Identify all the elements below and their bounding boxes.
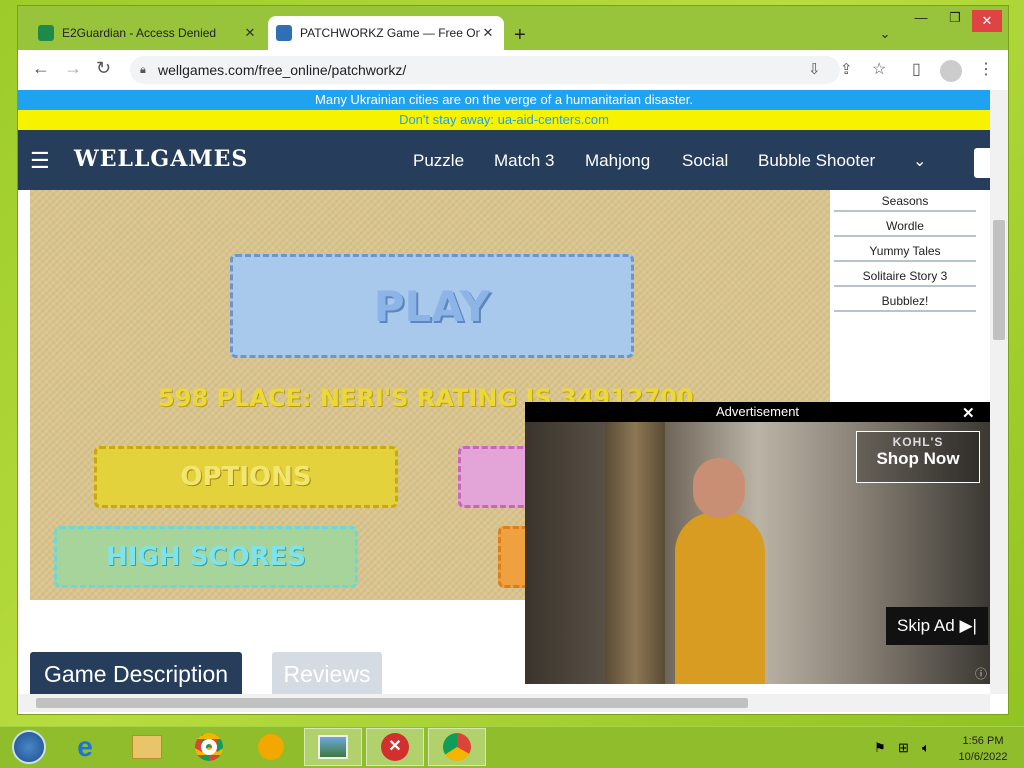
tab-patchworkz[interactable]: PATCHWORKZ Game — Free Online ✕ [268,16,504,50]
clock-time: 1:56 PM [962,735,1004,747]
nav-link-puzzle[interactable]: Puzzle [413,151,464,171]
side-panel-icon[interactable]: ▯ [912,59,921,79]
sidebar-item[interactable]: Bubblez! [834,290,976,312]
close-ad-icon[interactable]: ✕ [962,404,975,422]
install-icon[interactable]: ⇩ [808,60,821,78]
taskbar-explorer[interactable] [118,728,176,766]
url-text[interactable]: wellgames.com/free_online/patchworkz/ [158,62,406,78]
back-icon[interactable]: ← [32,58,50,79]
skip-ad-button[interactable]: Skip Ad ▶︎| [886,607,988,645]
hamburger-menu-icon[interactable]: ☰ [30,148,50,174]
person-figure [675,512,765,684]
ad-info-icon[interactable]: ⓘ [975,665,987,682]
wellgames-favicon-icon [276,25,292,41]
sidebar-item[interactable]: Seasons [834,190,976,212]
taskbar-chrome[interactable] [180,728,238,766]
e2guardian-favicon-icon [38,25,54,41]
kohls-logo: KOHL'S [892,435,944,449]
close-tab-icon[interactable]: ✕ [242,25,258,41]
internet-explorer-icon: e [77,731,93,762]
clock-date: 10/6/2022 [958,751,1008,763]
new-tab-icon[interactable]: + [514,24,526,47]
ukraine-banner-link[interactable]: Don't stay away: ua-aid-centers.com [18,110,990,130]
profile-avatar-icon[interactable] [940,60,962,82]
menu-kebab-icon[interactable]: ⋮ [978,59,994,79]
bookmark-star-icon[interactable]: ☆ [872,59,886,79]
flag-icon[interactable]: ⚑ [874,740,886,756]
taskbar-picture[interactable] [304,728,362,766]
tab-e2guardian[interactable]: E2Guardian - Access Denied ✕ [30,16,266,50]
tree-trunk [605,422,665,684]
picture-icon [318,735,348,759]
lock-app-icon [258,734,284,760]
start-button[interactable] [0,728,58,766]
sidebar-item[interactable]: Yummy Tales [834,240,976,262]
nav-link-bubble-shooter[interactable]: Bubble Shooter [758,151,875,171]
person-head [693,458,745,518]
tab-title: E2Guardian - Access Denied [62,26,217,40]
close-window-icon[interactable]: ✕ [972,10,1002,32]
tab-game-description[interactable]: Game Description [30,652,242,696]
shop-now-button[interactable]: KOHL'S Shop Now [856,431,980,483]
nav-link-mahjong[interactable]: Mahjong [585,151,650,171]
vertical-scrollbar[interactable] [990,90,1008,694]
chrome-icon [195,733,223,761]
taskbar-chrome-active[interactable] [428,728,486,766]
forward-icon[interactable]: → [64,58,82,79]
skip-ad-label: Skip Ad [897,616,955,635]
nav-link-match3[interactable]: Match 3 [494,151,554,171]
related-games-sidebar: Seasons Wordle Yummy Tales Solitaire Sto… [834,190,978,320]
tab-strip: E2Guardian - Access Denied ✕ PATCHWORKZ … [18,6,1008,50]
error-icon: ✕ [381,733,409,761]
folder-icon [132,735,162,759]
network-icon[interactable]: ⊞ [898,740,909,756]
close-tab-icon[interactable]: ✕ [480,25,496,41]
minimize-icon[interactable]: — [906,10,936,25]
tab-title: PATCHWORKZ Game — Free Online [300,26,480,40]
chevron-down-icon[interactable]: ⌄ [913,151,926,171]
ukraine-banner-line1: Many Ukrainian cities are on the verge o… [18,90,990,110]
high-scores-button[interactable]: HIGH SCORES [54,526,358,588]
tab-search-icon[interactable]: ⌄ [870,26,900,42]
sidebar-item[interactable]: Solitaire Story 3 [834,265,976,287]
volume-muted-icon[interactable]: 🔈︎ [922,740,930,756]
skip-icon: ▶︎| [959,616,977,635]
horizontal-scroll-thumb[interactable] [36,698,748,708]
share-icon[interactable]: ⇪ [840,60,853,78]
options-button[interactable]: OPTIONS [94,446,398,508]
maximize-icon[interactable]: ❐ [940,10,970,26]
taskbar-ie[interactable]: e [56,728,114,766]
windows-orb-icon [12,730,46,764]
reload-icon[interactable]: ↻ [96,58,111,79]
play-button[interactable]: PLAY [230,254,634,358]
lock-icon: 🔒︎ [140,64,146,76]
taskbar-app[interactable] [242,728,300,766]
clock[interactable]: 1:56 PM 10/6/2022 [950,733,1016,765]
taskbar-error[interactable]: ✕ [366,728,424,766]
sidebar-item[interactable]: Wordle [834,215,976,237]
site-logo[interactable]: WELLGAMES [74,146,248,172]
tab-reviews[interactable]: Reviews [272,652,382,696]
chrome-icon [443,733,471,761]
shop-now-label: Shop Now [876,449,960,468]
vertical-scroll-thumb[interactable] [993,220,1005,340]
nav-link-social[interactable]: Social [682,151,728,171]
ad-header: Advertisement [715,404,800,419]
